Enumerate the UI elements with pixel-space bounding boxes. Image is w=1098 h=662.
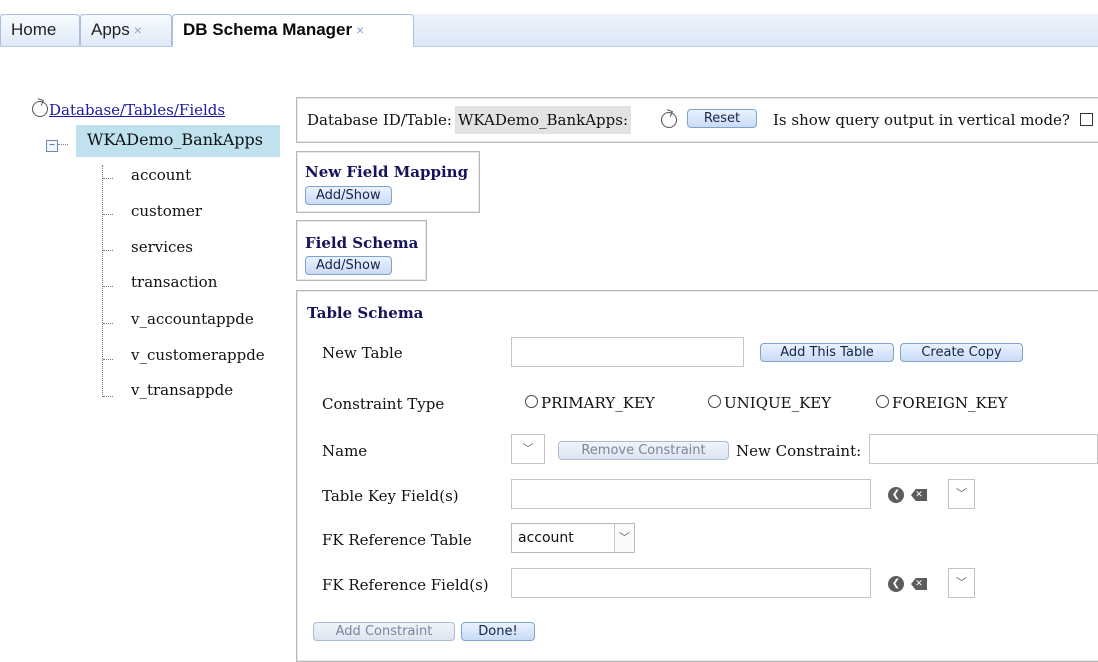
tab-apps[interactable]: Apps × bbox=[80, 14, 172, 45]
radio-primary-key-label: PRIMARY_KEY bbox=[541, 394, 655, 412]
table-key-label: Table Key Field(s) bbox=[322, 487, 459, 505]
collapse-icon[interactable]: − bbox=[46, 140, 58, 152]
tree-connector bbox=[103, 250, 113, 251]
name-label: Name bbox=[322, 442, 368, 460]
tree-database-node[interactable]: WKADemo_BankApps bbox=[76, 125, 280, 157]
new-field-mapping-add-show-button[interactable]: Add/Show bbox=[305, 186, 392, 205]
done-button[interactable]: Done! bbox=[461, 622, 535, 641]
new-table-input[interactable] bbox=[511, 337, 744, 367]
tree-root: Database/Tables/Fields bbox=[32, 101, 225, 119]
fk-table-select[interactable]: account ﹀ bbox=[511, 523, 635, 553]
tab-home[interactable]: Home bbox=[0, 14, 80, 45]
field-schema-add-show-button[interactable]: Add/Show bbox=[305, 256, 392, 275]
arrow-left-circle-icon[interactable]: ❮ bbox=[888, 576, 904, 592]
tree-item-customer[interactable]: customer bbox=[131, 202, 202, 220]
create-copy-button[interactable]: Create Copy bbox=[900, 343, 1023, 362]
tree-item-account[interactable]: account bbox=[131, 166, 191, 184]
name-select[interactable]: ﹀ bbox=[511, 434, 545, 464]
radio-unique-key-label: UNIQUE_KEY bbox=[724, 394, 832, 412]
table-key-input[interactable] bbox=[511, 479, 871, 509]
new-constraint-input[interactable] bbox=[869, 434, 1098, 464]
chevron-down-icon: ﹀ bbox=[956, 487, 967, 500]
refresh-icon[interactable] bbox=[661, 112, 677, 128]
tree-connector bbox=[103, 286, 113, 287]
table-schema-title: Table Schema bbox=[307, 304, 424, 322]
refresh-icon[interactable] bbox=[32, 101, 48, 117]
field-schema-title: Field Schema bbox=[305, 234, 419, 252]
tab-db-schema-manager[interactable]: DB Schema Manager × bbox=[172, 14, 414, 47]
tree-item-v-transappde[interactable]: v_transappde bbox=[131, 381, 233, 399]
tree-connector bbox=[103, 396, 113, 397]
add-this-table-button[interactable]: Add This Table bbox=[760, 343, 894, 362]
radio-unique-key[interactable]: UNIQUE_KEY bbox=[708, 394, 831, 412]
radio-primary-key[interactable]: PRIMARY_KEY bbox=[525, 394, 655, 412]
db-id-label: Database ID/Table: bbox=[307, 111, 452, 129]
tree-item-services[interactable]: services bbox=[131, 238, 193, 256]
table-key-select[interactable]: ﹀ bbox=[948, 479, 975, 509]
constraint-type-label: Constraint Type bbox=[322, 395, 445, 413]
new-field-mapping-title: New Field Mapping bbox=[305, 163, 469, 181]
tree-item-v-customerappde[interactable]: v_customerappde bbox=[131, 346, 265, 364]
tree-connector bbox=[103, 178, 113, 179]
new-table-label: New Table bbox=[322, 344, 403, 362]
fk-table-label: FK Reference Table bbox=[322, 531, 472, 549]
close-icon[interactable]: × bbox=[134, 22, 142, 38]
database-header-panel: Database ID/Table: WKADemo_BankApps: Res… bbox=[296, 97, 1098, 143]
tree-item-v-accountappde[interactable]: v_accountappde bbox=[131, 310, 254, 328]
fk-table-value: account bbox=[518, 530, 574, 546]
radio-foreign-key[interactable]: FOREIGN_KEY bbox=[876, 394, 1008, 412]
new-field-mapping-panel: New Field Mapping Add/Show bbox=[296, 151, 480, 213]
tree-connector bbox=[103, 359, 113, 360]
arrow-left-circle-icon[interactable]: ❮ bbox=[888, 487, 904, 503]
radio-foreign-key-label: FOREIGN_KEY bbox=[892, 394, 1008, 412]
vertical-mode-checkbox[interactable] bbox=[1080, 113, 1093, 126]
radio-circle[interactable] bbox=[525, 395, 538, 408]
tab-home-label: Home bbox=[11, 20, 57, 39]
tree-root-link[interactable]: Database/Tables/Fields bbox=[49, 101, 225, 119]
chevron-down-icon: ﹀ bbox=[614, 524, 634, 552]
chevron-down-icon: ﹀ bbox=[522, 442, 534, 455]
tab-apps-label: Apps bbox=[91, 20, 130, 39]
tab-bar: Home Apps × DB Schema Manager × bbox=[0, 0, 1098, 47]
tree-connector bbox=[103, 214, 113, 215]
db-id-value: WKADemo_BankApps: bbox=[455, 106, 632, 134]
fk-field-select[interactable]: ﹀ bbox=[948, 568, 975, 598]
reset-button[interactable]: Reset bbox=[687, 109, 757, 128]
fk-field-input[interactable] bbox=[511, 568, 871, 598]
remove-constraint-button[interactable]: Remove Constraint bbox=[558, 441, 729, 460]
field-schema-panel: Field Schema Add/Show bbox=[296, 220, 427, 281]
new-constraint-label: New Constraint: bbox=[736, 442, 862, 460]
chevron-down-icon: ﹀ bbox=[956, 576, 967, 589]
tree-connector bbox=[103, 323, 113, 324]
tree-connector bbox=[102, 165, 103, 397]
close-icon[interactable]: × bbox=[356, 22, 364, 38]
tree-connector bbox=[58, 144, 68, 145]
add-constraint-button[interactable]: Add Constraint bbox=[313, 622, 455, 641]
radio-circle[interactable] bbox=[708, 395, 721, 408]
fk-field-label: FK Reference Field(s) bbox=[322, 576, 489, 594]
vertical-mode-label: Is show query output in vertical mode? bbox=[773, 111, 1070, 129]
tab-db-schema-manager-label: DB Schema Manager bbox=[183, 20, 353, 39]
radio-circle[interactable] bbox=[876, 395, 889, 408]
tree-item-transaction[interactable]: transaction bbox=[131, 273, 217, 291]
